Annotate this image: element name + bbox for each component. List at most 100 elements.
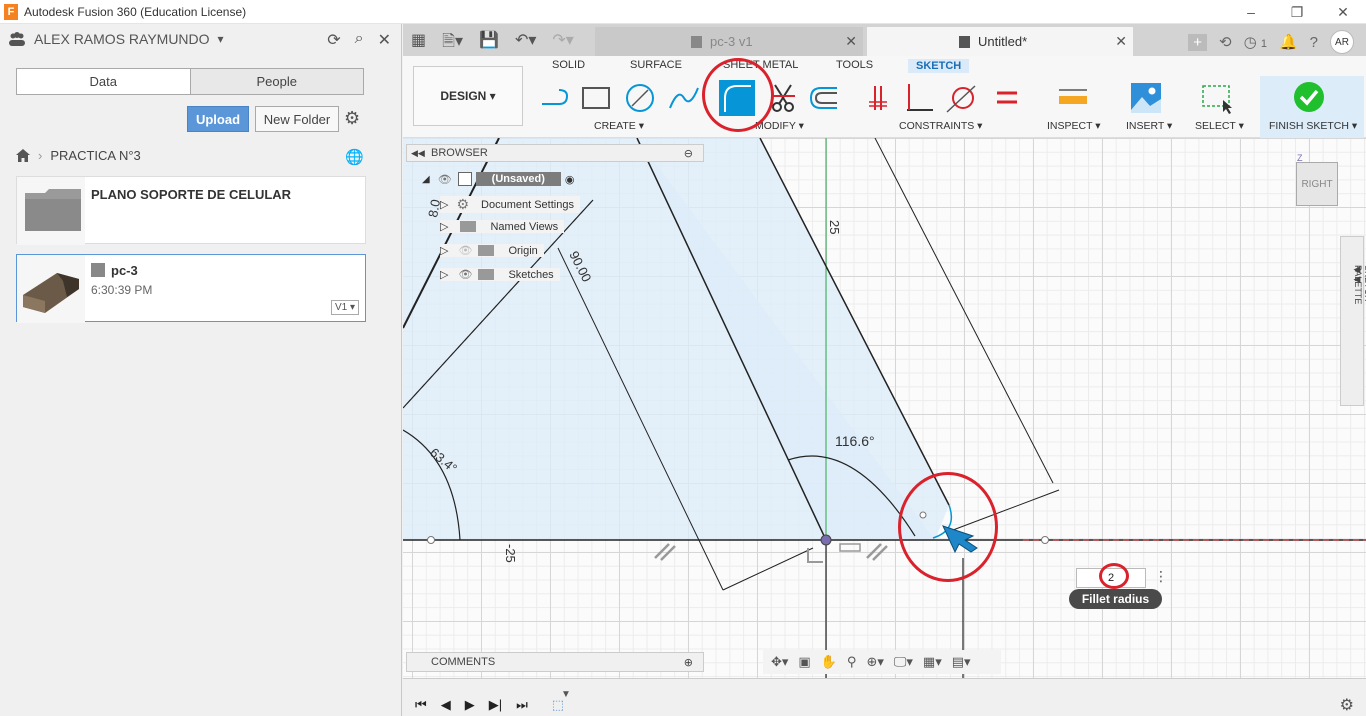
finish-sketch-menu[interactable]: FINISH SKETCH ▾ (1269, 120, 1357, 132)
tab-solid[interactable]: SOLID (552, 59, 585, 71)
browser-minimize-icon[interactable]: ⊖ (684, 147, 693, 160)
upload-button[interactable]: Upload (187, 106, 249, 132)
zoom-icon[interactable]: ⚲ (847, 654, 857, 670)
window-select-icon[interactable] (1201, 82, 1233, 114)
tab-people[interactable]: People (190, 69, 363, 94)
extensions-icon[interactable]: ⟲ (1219, 33, 1232, 51)
chevron-down-icon[interactable]: ▾ (218, 32, 224, 46)
search-icon[interactable]: ⌕ (355, 30, 364, 50)
viewcube[interactable]: RIGHT (1296, 162, 1338, 206)
timeline-settings-icon[interactable]: ⚙ (1340, 695, 1354, 715)
browser-root-item[interactable]: ◢ 👁 (Unsaved) ◉ (422, 172, 574, 186)
gear-icon[interactable]: ⚙ (344, 108, 360, 129)
offset-icon[interactable] (807, 82, 839, 114)
expand-triangle-icon[interactable]: ▷ (440, 220, 448, 233)
notifications-icon[interactable]: 🔔 (1279, 33, 1298, 51)
zoom-window-icon[interactable]: ⊕▾ (866, 654, 883, 670)
browser-item-document-settings[interactable]: ▷ ⚙ Document Settings (440, 196, 580, 213)
refresh-icon[interactable]: ⟳ (327, 30, 340, 50)
sketch-palette-tab[interactable]: ◀◀ SKETCH PALETTE (1340, 236, 1366, 406)
equal-constraint-icon[interactable] (991, 82, 1023, 114)
trim-icon[interactable] (767, 82, 799, 114)
perpendicular-constraint-icon[interactable] (903, 82, 935, 114)
tab-data[interactable]: Data (17, 69, 191, 94)
help-icon[interactable]: ? (1310, 34, 1318, 51)
horizontal-vertical-constraint-icon[interactable] (863, 82, 895, 114)
folder-card[interactable]: PLANO SOPORTE DE CELULAR (16, 176, 366, 245)
collapse-browser-icon[interactable]: ◀◀ (411, 148, 425, 159)
radio-target-icon[interactable]: ◉ (565, 173, 575, 186)
modify-menu[interactable]: MODIFY ▾ (755, 120, 804, 132)
go-to-end-icon[interactable]: ⏭ (516, 697, 528, 713)
inspect-menu[interactable]: INSPECT ▾ (1047, 120, 1101, 132)
browser-item-named-views[interactable]: ▷ Named Views (440, 220, 565, 233)
rectangle-icon[interactable] (580, 82, 612, 114)
new-folder-button[interactable]: New Folder (255, 106, 339, 132)
close-tab-icon[interactable]: ✕ (1115, 33, 1127, 50)
measure-icon[interactable] (1057, 82, 1089, 114)
eye-icon[interactable]: 👁 (458, 268, 472, 281)
create-menu[interactable]: CREATE ▾ (594, 120, 644, 132)
comments-panel[interactable]: COMMENTS ⊕ (406, 652, 704, 672)
more-options-icon[interactable]: ⋮ (1154, 568, 1168, 585)
play-icon[interactable]: ▶ (465, 697, 475, 713)
insert-menu[interactable]: INSERT ▾ (1126, 120, 1172, 132)
close-panel-icon[interactable]: ✕ (378, 30, 391, 50)
fillet-radius-input[interactable]: 2 (1076, 568, 1146, 588)
close-window-button[interactable]: ✕ (1320, 0, 1366, 24)
new-tab-icon[interactable]: + (1188, 33, 1207, 51)
tab-sketch[interactable]: SKETCH (908, 59, 970, 73)
go-to-start-icon[interactable]: ⏮ (415, 697, 427, 713)
tab-tools[interactable]: TOOLS (836, 59, 873, 71)
line-icon[interactable] (539, 82, 571, 114)
step-back-icon[interactable]: ◀ (441, 697, 451, 713)
look-at-icon[interactable]: ▣ (798, 654, 810, 670)
workspace-switcher[interactable]: DESIGN ▾ (413, 66, 523, 126)
eye-icon[interactable]: 👁 (438, 173, 452, 186)
home-icon[interactable] (16, 149, 30, 162)
step-forward-icon[interactable]: ▶| (489, 697, 502, 713)
minimize-button[interactable]: – (1228, 0, 1274, 24)
avatar[interactable]: AR (1330, 30, 1354, 54)
pan-icon[interactable]: ✋ (821, 654, 837, 670)
restore-button[interactable]: ❐ (1274, 0, 1320, 24)
sketch-canvas[interactable]: 25 90.00 -25 8.0 116.6° 63.4° (403, 138, 1366, 678)
orbit-icon[interactable]: ✥▾ (771, 654, 788, 670)
tab-pc-3-v1[interactable]: pc-3 v1 ✕ (595, 27, 863, 56)
fillet-icon[interactable] (719, 80, 755, 116)
file-card[interactable]: pc-3 6:30:39 PM V1 ▾ (16, 254, 366, 323)
eye-hidden-icon[interactable]: 👁 (458, 244, 472, 257)
collapse-triangle-icon[interactable]: ◢ (422, 174, 430, 185)
browser-panel-header[interactable]: ◀◀ BROWSER ⊖ (406, 144, 704, 162)
expand-triangle-icon[interactable]: ▷ (440, 244, 448, 257)
constraints-menu[interactable]: CONSTRAINTS ▾ (899, 120, 982, 132)
browser-item-origin[interactable]: ▷ 👁 Origin (440, 244, 544, 257)
user-name-dropdown[interactable]: ALEX RAMOS RAYMUNDO (34, 31, 210, 47)
undo-icon[interactable]: ↶▾ (515, 30, 536, 57)
add-comment-icon[interactable]: ⊕ (684, 656, 693, 669)
redo-icon[interactable]: ↷▾ (552, 30, 573, 57)
tab-untitled[interactable]: Untitled* ✕ (867, 27, 1133, 56)
spline-icon[interactable] (668, 82, 700, 114)
display-settings-icon[interactable]: 🖵▾ (894, 654, 913, 670)
browser-item-sketches[interactable]: ▷ 👁 Sketches (440, 268, 560, 281)
viewports-icon[interactable]: ▤▾ (952, 654, 971, 670)
tab-sheet-metal[interactable]: SHEET METAL (723, 59, 798, 71)
finish-sketch-check-icon[interactable] (1293, 81, 1325, 113)
expand-triangle-icon[interactable]: ▷ (440, 198, 448, 211)
save-icon[interactable]: 💾 (479, 30, 499, 57)
select-menu[interactable]: SELECT ▾ (1195, 120, 1244, 132)
circle-icon[interactable] (624, 82, 656, 114)
breadcrumb-project[interactable]: PRACTICA N°3 (50, 148, 140, 163)
insert-image-icon[interactable] (1130, 82, 1162, 114)
job-status-icon[interactable]: ◷ 1 (1244, 33, 1267, 51)
file-menu-icon[interactable]: 🗎▾ (442, 30, 463, 57)
globe-icon[interactable]: 🌐 (345, 148, 364, 166)
version-dropdown[interactable]: V1 ▾ (330, 300, 359, 315)
grid-settings-icon[interactable]: ▦▾ (923, 654, 942, 670)
expand-triangle-icon[interactable]: ▷ (440, 268, 448, 281)
tab-surface[interactable]: SURFACE (630, 59, 682, 71)
timeline-marker-icon[interactable]: ▼ (561, 689, 571, 700)
grid-apps-icon[interactable]: ▦ (411, 30, 426, 57)
tangent-constraint-icon[interactable] (945, 82, 977, 114)
